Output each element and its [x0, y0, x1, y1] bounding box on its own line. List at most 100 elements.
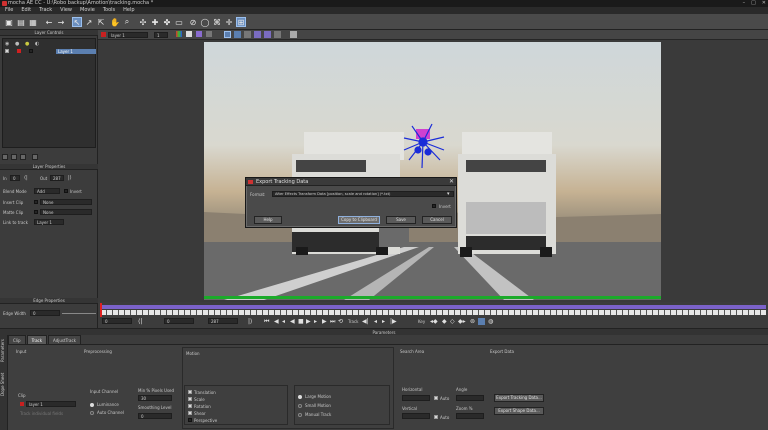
- large-motion-radio[interactable]: [298, 395, 302, 399]
- undo-icon[interactable]: ←: [44, 17, 54, 27]
- grid-tool-icon[interactable]: ⊞: [236, 17, 246, 27]
- menu-view[interactable]: View: [60, 7, 72, 14]
- show-planar-surface-icon[interactable]: [254, 31, 261, 38]
- min-pixels-field[interactable]: 30: [138, 395, 172, 401]
- save-icon[interactable]: ▦: [28, 17, 38, 27]
- help-button[interactable]: Help: [254, 216, 282, 224]
- go-to-start-icon[interactable]: ⏮: [264, 317, 269, 326]
- small-motion-radio[interactable]: [298, 404, 302, 408]
- dialog-close-icon[interactable]: ✕: [449, 178, 454, 186]
- set-out-point-icon[interactable]: |⟩: [248, 317, 252, 326]
- perspective-checkbox[interactable]: [188, 418, 192, 422]
- save-button[interactable]: Save: [386, 216, 416, 224]
- step-back-icon[interactable]: ◂: [282, 317, 285, 326]
- luminance-radio[interactable]: [90, 403, 94, 407]
- matte-icon[interactable]: ◐: [35, 41, 39, 47]
- lock-icon[interactable]: ●: [15, 41, 19, 47]
- matte-clip-checkbox[interactable]: [34, 210, 38, 214]
- redo-icon[interactable]: →: [56, 17, 66, 27]
- export-tracking-data-button[interactable]: Export Tracking Data...: [494, 394, 544, 402]
- out-field[interactable]: 287: [50, 175, 64, 181]
- horizontal-field[interactable]: [402, 395, 430, 401]
- viewer-canvas[interactable]: [98, 40, 768, 302]
- export-shape-data-button[interactable]: Export Shape Data...: [494, 407, 544, 415]
- tab-adjust-track[interactable]: AdjustTrack: [48, 335, 82, 344]
- next-key-icon[interactable]: ▶: [322, 317, 327, 326]
- tab-clip[interactable]: Clip: [8, 335, 26, 344]
- prev-keyframe-icon[interactable]: ◂◆: [430, 317, 438, 326]
- auto-channel-radio[interactable]: [90, 411, 94, 415]
- layer-visible-checkbox[interactable]: [5, 49, 9, 53]
- show-tangents-icon[interactable]: [244, 31, 251, 38]
- layer-select[interactable]: layer 1: [108, 32, 148, 38]
- open-folder-icon[interactable]: ▤: [16, 17, 26, 27]
- select-tool-icon[interactable]: ↖: [72, 17, 82, 27]
- play-forward-icon[interactable]: ▶: [306, 317, 311, 326]
- menu-edit[interactable]: Edit: [21, 7, 31, 14]
- scale-checkbox[interactable]: [188, 397, 192, 401]
- layer-color-swatch[interactable]: [17, 49, 21, 53]
- add-keyframe-icon[interactable]: ◆: [442, 317, 447, 326]
- link-icon[interactable]: ⊘: [188, 17, 198, 27]
- insert-clip-select[interactable]: None: [40, 199, 92, 205]
- invert-checkbox[interactable]: [64, 189, 68, 193]
- start-frame-field[interactable]: 0: [102, 318, 132, 324]
- reset-icon[interactable]: ◍: [488, 317, 493, 326]
- rgb-channel-icon[interactable]: [176, 31, 182, 37]
- menu-help[interactable]: Help: [123, 7, 134, 14]
- set-in-point-icon[interactable]: ⟨|: [138, 317, 142, 326]
- link-track-select[interactable]: Layer 1: [34, 219, 64, 225]
- copy-to-clipboard-button[interactable]: Copy to Clipboard: [338, 216, 380, 224]
- ellipse-tool-icon[interactable]: ◯: [200, 17, 210, 27]
- tab-track[interactable]: Track: [26, 335, 48, 344]
- pan-hand-icon[interactable]: ✋: [110, 17, 120, 27]
- zoom-field[interactable]: [456, 413, 484, 419]
- delete-keyframe-icon[interactable]: ◇: [450, 317, 455, 326]
- rotation-checkbox[interactable]: [188, 404, 192, 408]
- show-layer-outlines-icon[interactable]: [224, 31, 231, 38]
- in-step-icon[interactable]: ⟨|: [24, 175, 28, 181]
- track-prev-frame-icon[interactable]: ◂: [374, 317, 377, 326]
- format-dropdown-icon[interactable]: ▾: [447, 191, 450, 197]
- move-tool-icon[interactable]: ✛: [224, 17, 234, 27]
- prev-key-icon[interactable]: ◀: [274, 317, 279, 326]
- track-backwards-icon[interactable]: ◀|: [362, 317, 369, 326]
- delete-layer-icon[interactable]: [20, 154, 26, 160]
- manual-track-radio[interactable]: [298, 413, 302, 417]
- layer-row[interactable]: Layer 1: [3, 48, 96, 54]
- channel-purple-icon[interactable]: [196, 31, 202, 37]
- color-icon[interactable]: ●: [25, 41, 29, 47]
- smoothing-field[interactable]: 0: [138, 413, 172, 419]
- play-backward-icon[interactable]: ◀: [290, 317, 295, 326]
- rectangle-tool-icon[interactable]: ▭: [174, 17, 184, 27]
- playhead[interactable]: [100, 303, 102, 317]
- show-splines-icon[interactable]: [234, 31, 241, 38]
- out-step-icon[interactable]: |⟩: [68, 175, 72, 181]
- insert-clip-checkbox[interactable]: [34, 200, 38, 204]
- dope-sheet-side-tab[interactable]: Dope Sheet: [0, 369, 8, 399]
- in-field[interactable]: 0: [10, 175, 20, 181]
- parameters-side-tab[interactable]: Parameters: [0, 337, 8, 365]
- close-button[interactable]: ✕: [762, 0, 766, 7]
- layer-matte-checkbox[interactable]: [29, 49, 33, 53]
- menu-file[interactable]: File: [5, 7, 13, 14]
- add-point-icon[interactable]: ✚: [150, 17, 160, 27]
- duplicate-layer-icon[interactable]: [11, 154, 17, 160]
- channel-grey-icon[interactable]: [206, 31, 212, 37]
- matte-clip-select[interactable]: None: [40, 209, 92, 215]
- blend-mode-select[interactable]: Add: [34, 188, 60, 194]
- stabilize-icon[interactable]: [274, 31, 281, 38]
- go-to-end-icon[interactable]: ⏭: [330, 317, 335, 326]
- footage-frame[interactable]: [204, 42, 661, 300]
- expand-icon[interactable]: [32, 154, 38, 160]
- select-all-icon[interactable]: ⇱: [96, 17, 106, 27]
- menu-track[interactable]: Track: [39, 7, 52, 14]
- layer-name[interactable]: Layer 1: [56, 48, 96, 54]
- step-forward-icon[interactable]: ▸: [314, 317, 317, 326]
- frame-ruler[interactable]: [100, 310, 766, 315]
- create-xspline-icon[interactable]: ✣: [138, 17, 148, 27]
- zoom-icon[interactable]: ⌕: [122, 17, 132, 27]
- angle-field[interactable]: [456, 395, 484, 401]
- stop-icon[interactable]: ■: [298, 317, 304, 326]
- new-project-icon[interactable]: ▣: [4, 17, 14, 27]
